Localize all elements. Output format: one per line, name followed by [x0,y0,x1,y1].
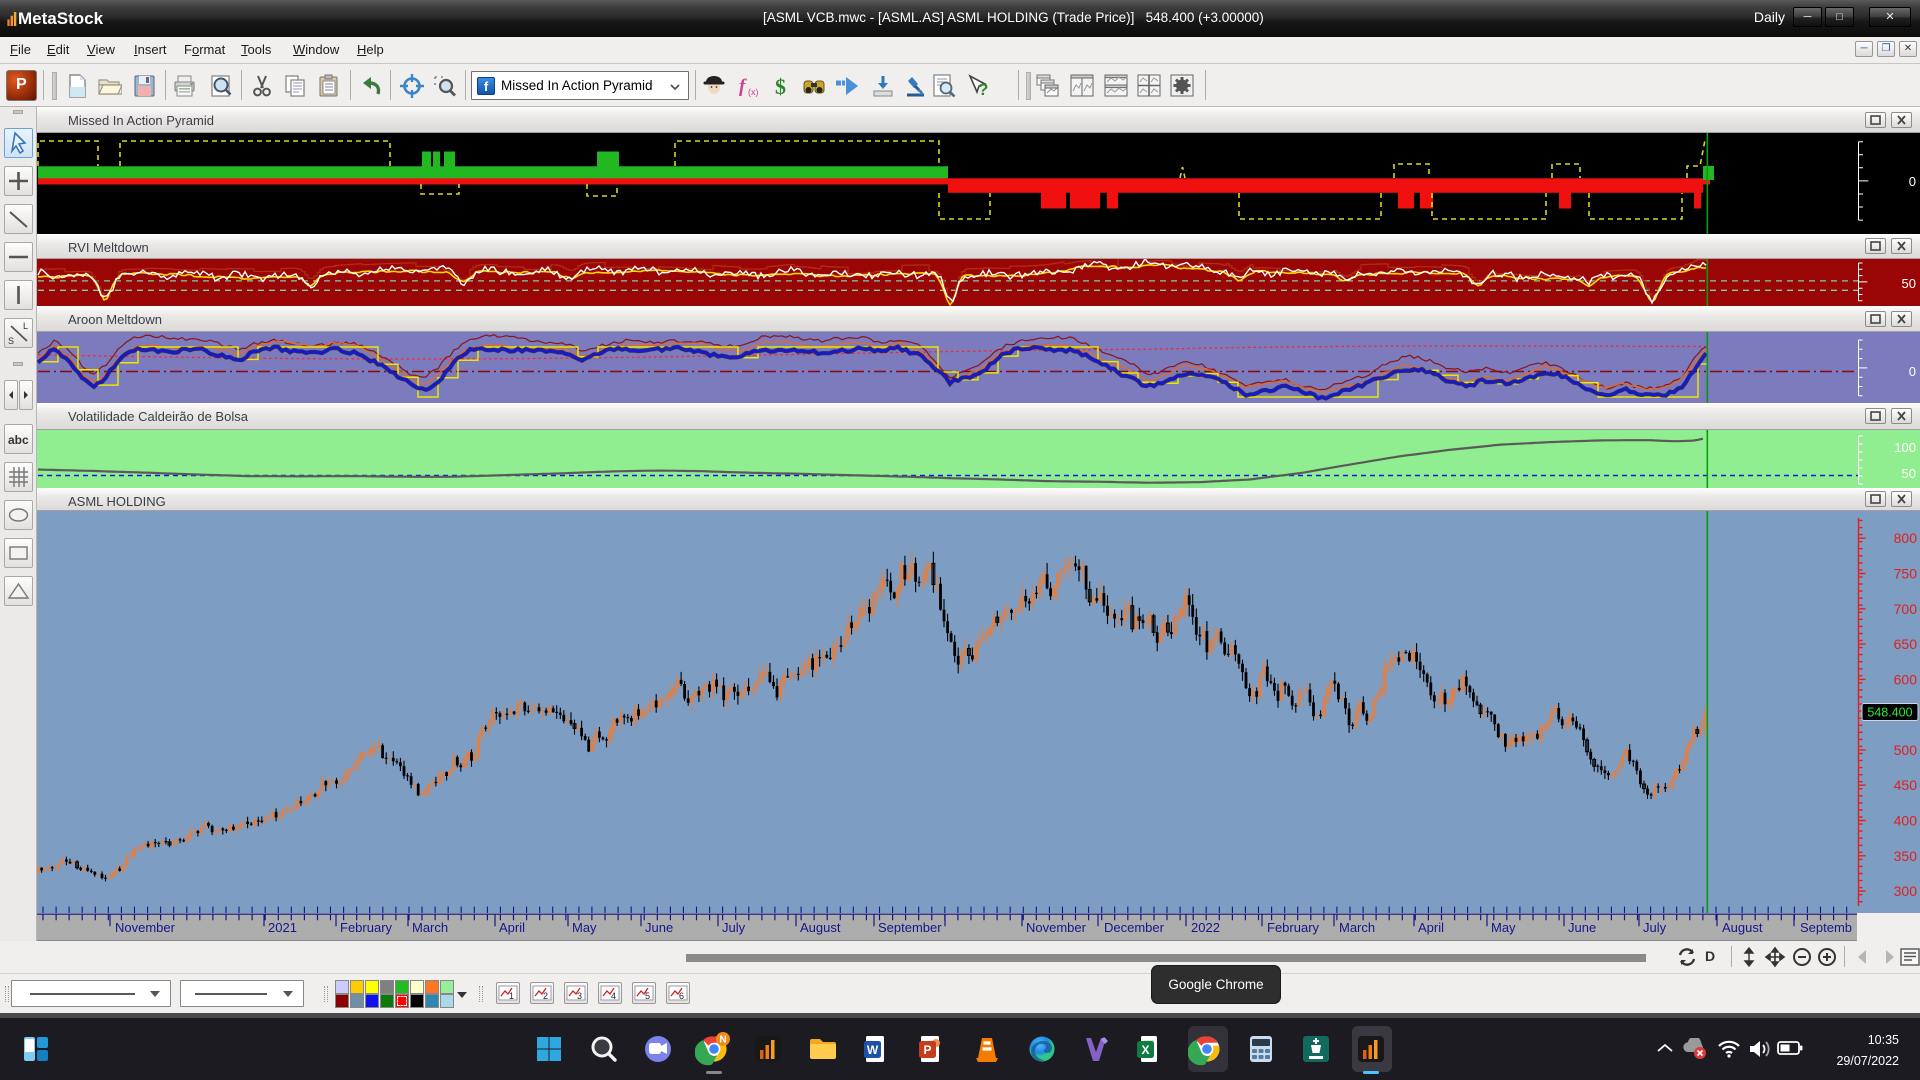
svg-text:750: 750 [1894,566,1918,582]
svg-text:350: 350 [1894,848,1918,864]
svg-text:1: 1 [509,991,514,1001]
svg-text:2: 2 [543,991,548,1001]
svg-text:X: X [1141,1043,1149,1057]
svg-text:4: 4 [611,991,616,1001]
svg-text:650: 650 [1894,636,1918,652]
svg-text:N: N [719,1035,726,1046]
svg-text:548.400: 548.400 [1867,706,1912,720]
svg-text:W: W [867,1043,879,1057]
svg-text:(x): (x) [748,87,759,97]
svg-text:5: 5 [645,991,650,1001]
svg-text:100: 100 [1894,440,1916,455]
svg-text:?: ? [978,80,988,99]
svg-text:0: 0 [1909,174,1916,189]
svg-text:abc: abc [8,433,29,447]
svg-text:700: 700 [1894,601,1918,617]
svg-text:P: P [923,1043,931,1057]
svg-text:f: f [739,76,747,97]
svg-text:600: 600 [1894,671,1918,687]
svg-text:50: 50 [1902,466,1916,481]
svg-text:0: 0 [1909,364,1916,379]
svg-text:800: 800 [1894,530,1918,546]
svg-text:500: 500 [1894,742,1918,758]
svg-text:400: 400 [1894,813,1918,829]
svg-text:3: 3 [577,991,582,1001]
svg-text:450: 450 [1894,777,1918,793]
svg-text:L: L [23,321,28,331]
svg-text:S: S [8,336,14,346]
svg-text:6: 6 [679,991,684,1001]
svg-text:300: 300 [1894,883,1918,899]
svg-text:50: 50 [1902,276,1916,291]
svg-text:$: $ [775,74,786,99]
